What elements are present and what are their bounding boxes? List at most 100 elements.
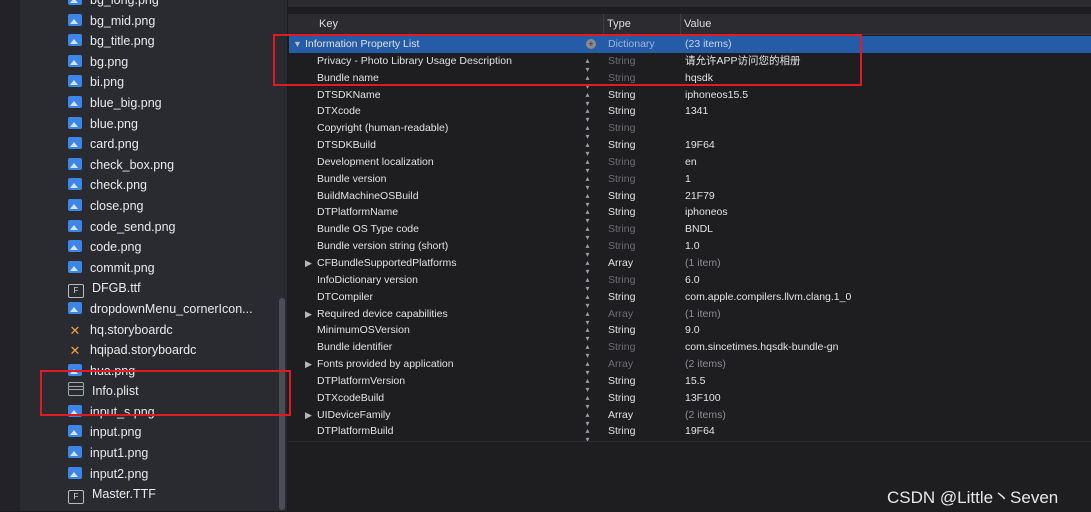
plist-row[interactable]: Bundle version ▴▾ String 1: [289, 171, 1091, 192]
plist-row[interactable]: DTPlatformName ▴▾ String iphoneos: [289, 204, 1091, 225]
plist-value[interactable]: (2 items): [685, 407, 726, 424]
file-item[interactable]: ✕ hqipad.storyboardc: [68, 340, 268, 361]
plist-row[interactable]: Development localization ▴▾ String en: [289, 154, 1091, 175]
plist-row[interactable]: DTXcodeBuild ▴▾ String 13F100: [289, 390, 1091, 411]
plist-type[interactable]: String: [608, 204, 635, 221]
plist-value[interactable]: 1341: [685, 103, 708, 120]
plist-row[interactable]: ▶ UIDeviceFamily ▴▾ Array (2 items): [289, 407, 1091, 428]
plist-row[interactable]: DTSDKBuild ▴▾ String 19F64: [289, 137, 1091, 158]
plist-type[interactable]: String: [608, 423, 635, 440]
disclosure-right-icon[interactable]: ▶: [305, 306, 312, 323]
plist-value[interactable]: 1.0: [685, 238, 700, 255]
plist-value[interactable]: com.apple.compilers.llvm.clang.1_0: [685, 289, 851, 306]
file-item[interactable]: input.png: [68, 422, 268, 443]
plist-type[interactable]: String: [608, 70, 635, 87]
plist-value[interactable]: 19F64: [685, 423, 715, 440]
plist-row[interactable]: DTXcode ▴▾ String 1341: [289, 103, 1091, 124]
plist-value[interactable]: 请允许APP访问您的相册: [685, 53, 801, 70]
plist-type[interactable]: String: [608, 120, 635, 137]
plist-value[interactable]: com.sincetimes.hqsdk-bundle-gn: [685, 339, 839, 356]
disclosure-right-icon[interactable]: ▶: [305, 407, 312, 424]
plist-type[interactable]: String: [608, 53, 635, 70]
file-item[interactable]: bi.png: [68, 72, 268, 93]
file-item[interactable]: code.png: [68, 237, 268, 258]
plist-type[interactable]: String: [608, 137, 635, 154]
plist-value[interactable]: hqsdk: [685, 70, 713, 87]
plist-type[interactable]: Array: [608, 356, 633, 373]
value-column-header[interactable]: Value: [684, 18, 711, 30]
plist-type[interactable]: String: [608, 272, 635, 289]
plist-type[interactable]: String: [608, 238, 635, 255]
plist-type[interactable]: String: [608, 373, 635, 390]
plist-value[interactable]: (1 item): [685, 255, 721, 272]
plist-value[interactable]: en: [685, 154, 697, 171]
plist-type[interactable]: String: [608, 103, 635, 120]
file-item[interactable]: card.png: [68, 134, 268, 155]
plist-row[interactable]: Privacy - Photo Library Usage Descriptio…: [289, 53, 1091, 74]
file-item[interactable]: blue_big.png: [68, 93, 268, 114]
plist-row[interactable]: Bundle version string (short) ▴▾ String 1.0: [289, 238, 1091, 259]
plist-value[interactable]: 21F79: [685, 188, 715, 205]
add-item-icon[interactable]: +: [586, 39, 596, 49]
plist-row[interactable]: Bundle OS Type code ▴▾ String BNDL: [289, 221, 1091, 242]
file-item[interactable]: code_send.png: [68, 217, 268, 238]
plist-row[interactable]: DTCompiler ▴▾ String com.apple.compilers.ll…: [289, 289, 1091, 310]
file-item[interactable]: blue.png: [68, 114, 268, 135]
plist-value[interactable]: iphoneos15.5: [685, 87, 748, 104]
plist-type[interactable]: String: [608, 221, 635, 238]
plist-type[interactable]: String: [608, 390, 635, 407]
plist-row[interactable]: DTPlatformBuild ▴▾ String 19F64: [289, 423, 1091, 444]
plist-type[interactable]: String: [608, 188, 635, 205]
file-item[interactable]: bg_mid.png: [68, 11, 268, 32]
plist-value[interactable]: (1 item): [685, 306, 721, 323]
plist-type[interactable]: String: [608, 289, 635, 306]
plist-row[interactable]: Copyright (human-readable) ▴▾ String: [289, 120, 1091, 141]
plist-value[interactable]: (2 items): [685, 356, 726, 373]
disclosure-right-icon[interactable]: ▶: [305, 255, 312, 272]
plist-root-row[interactable]: ▼ Information Property List + Dictionary…: [289, 36, 1091, 53]
column-divider[interactable]: [680, 14, 681, 34]
plist-type[interactable]: Array: [608, 255, 633, 272]
plist-type[interactable]: Array: [608, 407, 633, 424]
plist-value[interactable]: 1: [685, 171, 691, 188]
jump-bar[interactable]: [288, 0, 1091, 7]
plist-row[interactable]: Bundle identifier ▴▾ String com.sincetimes.…: [289, 339, 1091, 360]
file-item[interactable]: input_s.png: [68, 402, 268, 423]
plist-row[interactable]: BuildMachineOSBuild ▴▾ String 21F79: [289, 188, 1091, 209]
plist-row[interactable]: InfoDictionary version ▴▾ String 6.0: [289, 272, 1091, 293]
file-item[interactable]: close.png: [68, 196, 268, 217]
file-item[interactable]: commit.png: [68, 258, 268, 279]
plist-row[interactable]: ▶ Fonts provided by application ▴▾ Array (2 …: [289, 356, 1091, 377]
plist-value[interactable]: 13F100: [685, 390, 721, 407]
plist-row[interactable]: MinimumOSVersion ▴▾ String 9.0: [289, 322, 1091, 343]
plist-type[interactable]: String: [608, 339, 635, 356]
disclosure-down-icon[interactable]: ▼: [293, 36, 302, 53]
plist-value[interactable]: 19F64: [685, 137, 715, 154]
plist-row[interactable]: ▶ CFBundleSupportedPlatforms ▴▾ Array (1 ite…: [289, 255, 1091, 276]
plist-value[interactable]: iphoneos: [685, 204, 728, 221]
plist-row[interactable]: ▶ Required device capabilities ▴▾ Array (1 i…: [289, 306, 1091, 327]
file-item[interactable]: dropdownMenu_cornerIcon...: [68, 299, 268, 320]
column-divider[interactable]: [603, 14, 604, 34]
file-item[interactable]: Info.plist: [36, 381, 268, 402]
plist-type[interactable]: String: [608, 171, 635, 188]
plist-value[interactable]: BNDL: [685, 221, 713, 238]
disclosure-right-icon[interactable]: ▶: [305, 356, 312, 373]
file-item[interactable]: hua.png: [68, 361, 268, 382]
file-item[interactable]: check.png: [68, 175, 268, 196]
plist-type[interactable]: Array: [608, 306, 633, 323]
file-item[interactable]: bg_title.png: [68, 31, 268, 52]
file-item[interactable]: F DFGB.ttf: [68, 278, 268, 299]
file-item[interactable]: check_box.png: [68, 155, 268, 176]
plist-value[interactable]: 15.5: [685, 373, 705, 390]
type-column-header[interactable]: Type: [607, 18, 631, 30]
file-item[interactable]: input2.png: [68, 464, 268, 485]
plist-row[interactable]: DTSDKName ▴▾ String iphoneos15.5: [289, 87, 1091, 108]
plist-value[interactable]: 6.0: [685, 272, 700, 289]
file-item[interactable]: bg_long.png: [68, 0, 268, 11]
key-column-header[interactable]: Key: [319, 18, 338, 30]
plist-row[interactable]: Bundle name ▴▾ String hqsdk: [289, 70, 1091, 91]
plist-row[interactable]: DTPlatformVersion ▴▾ String 15.5: [289, 373, 1091, 394]
file-item[interactable]: ✕ hq.storyboardc: [68, 320, 268, 341]
file-item[interactable]: input1.png: [68, 443, 268, 464]
